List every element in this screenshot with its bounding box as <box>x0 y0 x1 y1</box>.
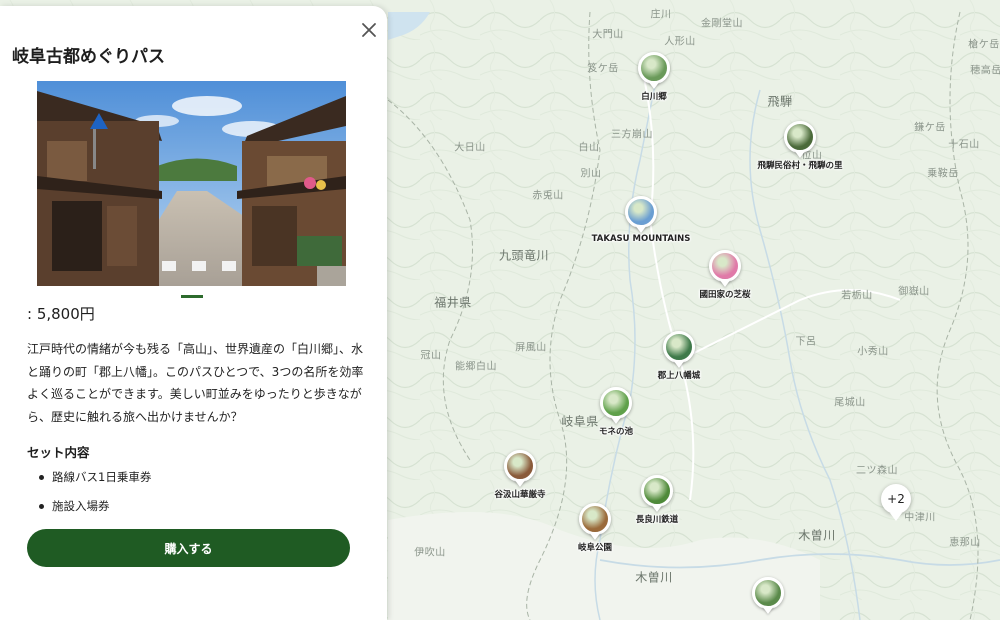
map-place-label: 御嶽山 <box>898 286 930 298</box>
list-item: 路線バス1日乗車券 <box>27 466 151 495</box>
map-spot-label[interactable]: 郡上八幡城 <box>658 369 701 381</box>
map-spot-label[interactable]: モネの池 <box>599 425 633 437</box>
map-place-label: 別山 <box>580 168 602 180</box>
map-place-label: 福井県 <box>434 295 472 310</box>
spot-thumbnail-icon <box>600 387 632 419</box>
map-spot-label[interactable]: 白川郷 <box>641 90 667 102</box>
map-place-label: 木曽川 <box>798 528 836 543</box>
map-spot-pin[interactable] <box>504 450 536 487</box>
map-place-label: 赤兎山 <box>532 190 564 202</box>
spot-thumbnail-icon <box>784 121 816 153</box>
panel-title: 岐阜古都めぐりパス <box>12 47 165 67</box>
map-spot-label[interactable]: 谷汲山華厳寺 <box>494 488 545 500</box>
map-place-label: 十石山 <box>948 139 980 151</box>
map-cluster-marker[interactable]: +2 <box>881 484 911 521</box>
map-spot-label[interactable]: TAKASU MOUNTAINS <box>592 234 691 244</box>
list-item: 施設入場券 <box>27 495 151 524</box>
map-spot-pin[interactable] <box>709 250 741 287</box>
map-spot-pin[interactable] <box>625 196 657 233</box>
description-text: 江戸時代の情緒が今も残る「高山」、世界遺産の「白川郷」、水と踊りの町「郡上八幡」… <box>27 342 364 424</box>
spot-thumbnail-icon <box>663 331 695 363</box>
map-place-label: 恵那山 <box>949 537 981 549</box>
map-place-label: 庄川 <box>650 9 672 21</box>
map-place-label: 金剛堂山 <box>701 18 743 30</box>
map-place-label: 笈ケ岳 <box>587 63 619 75</box>
close-icon[interactable] <box>359 20 379 40</box>
spot-thumbnail-icon <box>579 503 611 535</box>
map-spot-label[interactable]: 飛騨民俗村・飛騨の里 <box>757 159 842 171</box>
map-place-label: 九頭竜川 <box>498 248 550 263</box>
map-place-label: 乗鞍岳 <box>927 168 959 180</box>
map-place-label: 屏風山 <box>515 342 547 354</box>
map-place-label: 飛騨 <box>767 94 793 109</box>
map-place-label: 伊吹山 <box>414 547 446 559</box>
map-place-label: 下呂 <box>795 336 817 348</box>
cluster-count: +2 <box>887 492 905 506</box>
spot-detail-panel: 岐阜古都めぐりパス: 5,800円 江戸時代の情緒が今も残る「高山」、世界遺産… <box>0 6 387 620</box>
map-place-label: 中津川 <box>904 512 936 524</box>
photo-illustration <box>37 81 346 286</box>
carousel-indicator[interactable] <box>181 295 203 298</box>
map-spot-pin[interactable] <box>641 475 673 512</box>
map-spot-label[interactable]: 長良川鉄道 <box>636 513 679 525</box>
map-place-label: 冠山 <box>420 350 442 362</box>
map-place-label: 木曽川 <box>635 570 673 585</box>
map-place-label: 大門山 <box>592 29 624 41</box>
map-place-label: 若栃山 <box>841 290 873 302</box>
map-spot-pin[interactable] <box>579 503 611 540</box>
price-text: : 5,800円 <box>27 305 95 323</box>
map-place-label: 三方崩山 <box>611 129 653 141</box>
spot-thumbnail-icon <box>625 196 657 228</box>
spot-thumbnail-icon <box>752 577 784 609</box>
map-place-label: 小秀山 <box>857 346 889 358</box>
map-spot-pin[interactable] <box>663 331 695 368</box>
set-contents-heading: セット内容 <box>27 445 90 460</box>
map-place-label: 二ツ森山 <box>856 465 898 477</box>
spot-thumbnail-icon <box>638 52 670 84</box>
map-spot-pin[interactable] <box>784 121 816 158</box>
map-place-label: 大日山 <box>454 142 486 154</box>
spot-thumbnail-icon <box>709 250 741 282</box>
map-place-label: 能郷白山 <box>455 361 497 373</box>
set-contents-list: 路線バス1日乗車券 施設入場券 <box>27 466 151 524</box>
purchase-button[interactable]: 購入する <box>27 529 350 567</box>
spot-thumbnail-icon <box>504 450 536 482</box>
map-place-label: 人形山 <box>664 36 696 48</box>
old-town-street-photo[interactable] <box>37 81 346 286</box>
map-place-label: 白山 <box>578 142 600 154</box>
map-place-label: 岐阜県 <box>561 414 599 429</box>
map-spot-pin[interactable] <box>638 52 670 89</box>
map-spot-pin[interactable] <box>600 387 632 424</box>
map-place-label: 尾城山 <box>834 397 866 409</box>
map-spot-label[interactable]: 國田家の芝桜 <box>699 288 750 300</box>
map-place-label: 槍ケ岳 <box>968 39 1000 51</box>
map-place-label: 穂高岳 <box>970 65 1000 77</box>
map-place-label: 鎌ケ岳 <box>914 122 946 134</box>
spot-thumbnail-icon <box>641 475 673 507</box>
map-spot-pin[interactable] <box>752 577 784 614</box>
map-spot-label[interactable]: 岐阜公園 <box>578 541 612 553</box>
